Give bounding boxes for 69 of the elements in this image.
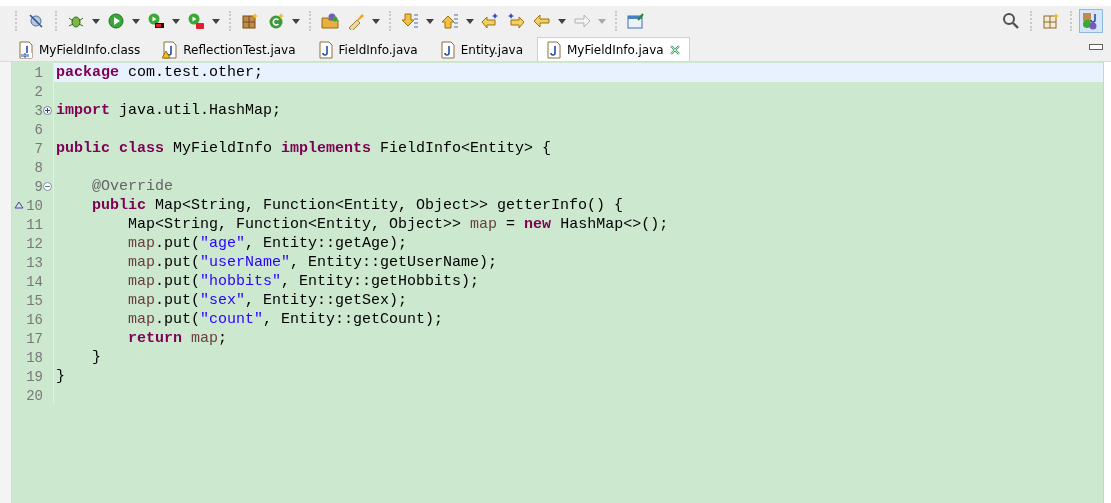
code-line: map.put("age", Entity::getAge); bbox=[127, 235, 408, 252]
line-number: 14 bbox=[26, 273, 43, 290]
code-line: map.put("hobbits", Entity::getHobbits); bbox=[127, 273, 480, 290]
play-badge-icon bbox=[147, 12, 165, 30]
arrow-down-icon bbox=[401, 12, 419, 30]
line-number: 1 bbox=[34, 64, 43, 81]
folder-icon bbox=[321, 12, 339, 30]
code-line: import java.util.HashMap; bbox=[56, 102, 282, 119]
line-number: 10 bbox=[26, 197, 43, 214]
close-icon[interactable] bbox=[668, 43, 681, 56]
grid-star-icon bbox=[1042, 12, 1060, 30]
line-number: 15 bbox=[26, 292, 43, 309]
line-number: 16 bbox=[26, 311, 43, 328]
line-number: 11 bbox=[26, 216, 43, 233]
code-line: package com.test.other; bbox=[56, 64, 264, 81]
code-line: } bbox=[56, 368, 65, 385]
editor-tab[interactable]: Entity.java bbox=[431, 38, 531, 61]
search-icon bbox=[1002, 12, 1020, 30]
crossed-circle-icon bbox=[27, 12, 45, 30]
code-line: public Map<String, Function<Entity, Object>> getterInfo() { bbox=[91, 197, 624, 214]
collapse-icon[interactable] bbox=[43, 182, 52, 191]
caret-icon bbox=[466, 18, 474, 24]
line-number: 20 bbox=[26, 387, 43, 404]
window-pin-icon bbox=[627, 12, 645, 30]
editor-tab[interactable]: FieldInfo.java bbox=[309, 38, 426, 61]
editor-tab[interactable]: ReflectionTest.java bbox=[154, 38, 304, 61]
line-number: 8 bbox=[34, 159, 43, 176]
code-line: map.put("sex", Entity::getSex); bbox=[127, 292, 408, 309]
code-line: Map<String, Function<Entity, Object>> map = new HashMap<>(); bbox=[127, 216, 669, 233]
arrow-right-icon bbox=[573, 12, 591, 30]
line-number: 9 bbox=[34, 178, 43, 195]
minimize-icon bbox=[1089, 44, 1103, 50]
play-toolbox-icon bbox=[187, 12, 205, 30]
line-number: 12 bbox=[26, 235, 43, 252]
arrow-up-icon bbox=[441, 12, 459, 30]
code-line: map.put("count", Entity::getCount); bbox=[127, 311, 444, 328]
caret-icon bbox=[292, 18, 300, 24]
caret-icon bbox=[212, 18, 220, 24]
caret-icon bbox=[598, 18, 606, 24]
line-number: 17 bbox=[26, 330, 43, 347]
caret-icon bbox=[372, 18, 380, 24]
grid-star-icon bbox=[241, 12, 259, 30]
editor-tab[interactable]: MyFieldInfo.java bbox=[537, 37, 690, 61]
line-number: 7 bbox=[34, 140, 43, 157]
caret-icon bbox=[132, 18, 140, 24]
line-number: 18 bbox=[26, 349, 43, 366]
expand-icon[interactable] bbox=[43, 106, 52, 115]
line-number: 6 bbox=[34, 121, 43, 138]
code-line: return map; bbox=[127, 330, 228, 347]
editor-tab[interactable]: MyFieldInfo.class bbox=[10, 38, 149, 61]
arrow-right-star-icon bbox=[507, 12, 525, 30]
caret-icon bbox=[172, 18, 180, 24]
caret-icon bbox=[426, 18, 434, 24]
line-number: 13 bbox=[26, 254, 43, 271]
code-line: } bbox=[91, 349, 101, 366]
code-editor[interactable] bbox=[11, 62, 1103, 503]
code-line: @Override bbox=[91, 178, 174, 195]
line-number: 19 bbox=[26, 368, 43, 385]
code-line: map.put("userName", Entity::getUserName); bbox=[127, 254, 498, 271]
caret-icon bbox=[558, 18, 566, 24]
arrow-left-icon bbox=[533, 12, 551, 30]
line-number: 3 bbox=[34, 102, 43, 119]
torch-icon bbox=[347, 12, 365, 30]
code-line: public class MyFieldInfo implements FieldInfo<Entity> { bbox=[56, 140, 552, 157]
arrow-left-star-icon bbox=[481, 12, 499, 30]
class-icon bbox=[267, 12, 285, 30]
play-icon bbox=[107, 12, 125, 30]
line-number: 2 bbox=[34, 83, 43, 100]
caret-icon bbox=[92, 18, 100, 24]
